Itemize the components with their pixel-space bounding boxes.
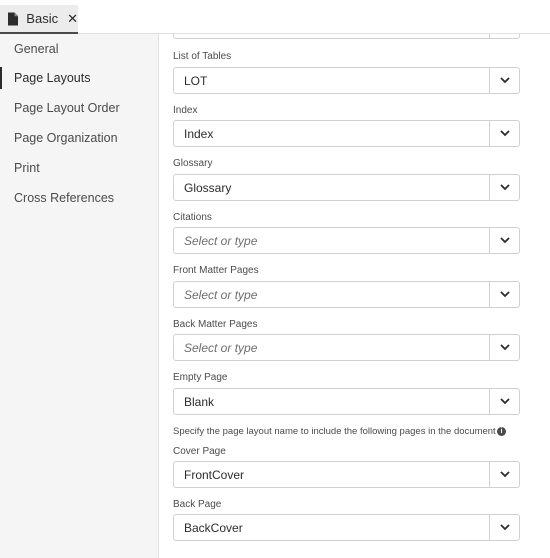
- cover-page-input[interactable]: FrontCover: [174, 462, 489, 487]
- dropdown-button[interactable]: [489, 228, 519, 253]
- sidebar-item-label: Print: [14, 161, 40, 175]
- front-matter-input[interactable]: Select or type: [174, 282, 489, 307]
- sidebar-item-label: Cross References: [14, 191, 115, 205]
- dropdown-button[interactable]: [489, 462, 519, 487]
- dropdown-button[interactable]: [489, 389, 519, 414]
- tab-basic[interactable]: Basic ✕: [0, 5, 78, 34]
- sidebar-item-label: General: [14, 42, 59, 56]
- glossary-combo[interactable]: Glossary: [173, 174, 520, 201]
- dropdown-button[interactable]: [489, 34, 519, 38]
- empty-page-combo[interactable]: Blank: [173, 388, 520, 415]
- info-icon[interactable]: i: [497, 427, 506, 436]
- citations-input[interactable]: Select or type: [174, 228, 489, 253]
- chevron-down-icon: [499, 130, 510, 137]
- sidebar-item-page-organization[interactable]: Page Organization: [0, 125, 158, 151]
- sidebar-item-general[interactable]: General: [0, 36, 158, 62]
- front-matter-combo[interactable]: Select or type: [173, 281, 520, 308]
- field-label-glossary: Glossary: [173, 158, 213, 169]
- chevron-down-icon: [499, 398, 510, 405]
- sidebar-item-print[interactable]: Print: [0, 155, 158, 181]
- close-icon[interactable]: ✕: [67, 12, 78, 25]
- chevron-down-icon: [499, 237, 510, 244]
- dropdown-button[interactable]: [489, 68, 519, 93]
- field-label-citations: Citations: [173, 212, 212, 223]
- sidebar-item-cross-references[interactable]: Cross References: [0, 185, 158, 211]
- chevron-down-icon: [499, 184, 510, 191]
- back-page-input[interactable]: BackCover: [174, 515, 489, 540]
- chevron-down-icon: [499, 471, 510, 478]
- list-of-tables-input[interactable]: LOT: [174, 68, 489, 93]
- index-combo[interactable]: Index: [173, 120, 520, 147]
- sidebar-item-page-layout-order[interactable]: Page Layout Order: [0, 95, 158, 121]
- field-label-front-matter-pages: Front Matter Pages: [173, 265, 259, 276]
- tab-label: Basic: [26, 11, 59, 26]
- chevron-down-icon: [499, 77, 510, 84]
- chevron-down-icon: [499, 524, 510, 531]
- glossary-input[interactable]: Glossary: [174, 175, 489, 200]
- sidebar-item-label: Page Organization: [14, 131, 118, 145]
- dropdown-button[interactable]: [489, 515, 519, 540]
- index-input[interactable]: Index: [174, 121, 489, 146]
- chevron-down-icon: [499, 344, 510, 351]
- field-label-empty-page: Empty Page: [173, 372, 228, 383]
- dropdown-button[interactable]: [489, 335, 519, 360]
- combo-value[interactable]: [174, 34, 489, 38]
- sidebar: General Page Layouts Page Layout Order P…: [0, 34, 159, 558]
- dropdown-button[interactable]: [489, 175, 519, 200]
- field-label-back-page: Back Page: [173, 499, 222, 510]
- empty-page-input[interactable]: Blank: [174, 389, 489, 414]
- tab-bar: Basic ✕: [0, 0, 550, 34]
- cover-page-combo[interactable]: FrontCover: [173, 461, 520, 488]
- citations-combo[interactable]: Select or type: [173, 227, 520, 254]
- field-label-back-matter-pages: Back Matter Pages: [173, 319, 258, 330]
- field-label-cover-page: Cover Page: [173, 446, 226, 457]
- partial-combo[interactable]: [173, 34, 520, 39]
- field-label-list-of-tables: List of Tables: [173, 51, 232, 62]
- info-text: Specify the page layout name to include …: [173, 426, 496, 437]
- main-panel: List of Tables LOT Index Index Glossary …: [160, 34, 550, 558]
- back-matter-input[interactable]: Select or type: [174, 335, 489, 360]
- file-icon: [8, 11, 19, 26]
- field-label-index: Index: [173, 105, 198, 116]
- chevron-down-icon: [499, 291, 510, 298]
- dropdown-button[interactable]: [489, 282, 519, 307]
- back-matter-combo[interactable]: Select or type: [173, 334, 520, 361]
- list-of-tables-combo[interactable]: LOT: [173, 67, 520, 94]
- sidebar-item-label: Page Layout Order: [14, 101, 120, 115]
- back-page-combo[interactable]: BackCover: [173, 514, 520, 541]
- sidebar-item-page-layouts[interactable]: Page Layouts: [0, 65, 158, 91]
- dropdown-button[interactable]: [489, 121, 519, 146]
- sidebar-item-label: Page Layouts: [14, 71, 91, 85]
